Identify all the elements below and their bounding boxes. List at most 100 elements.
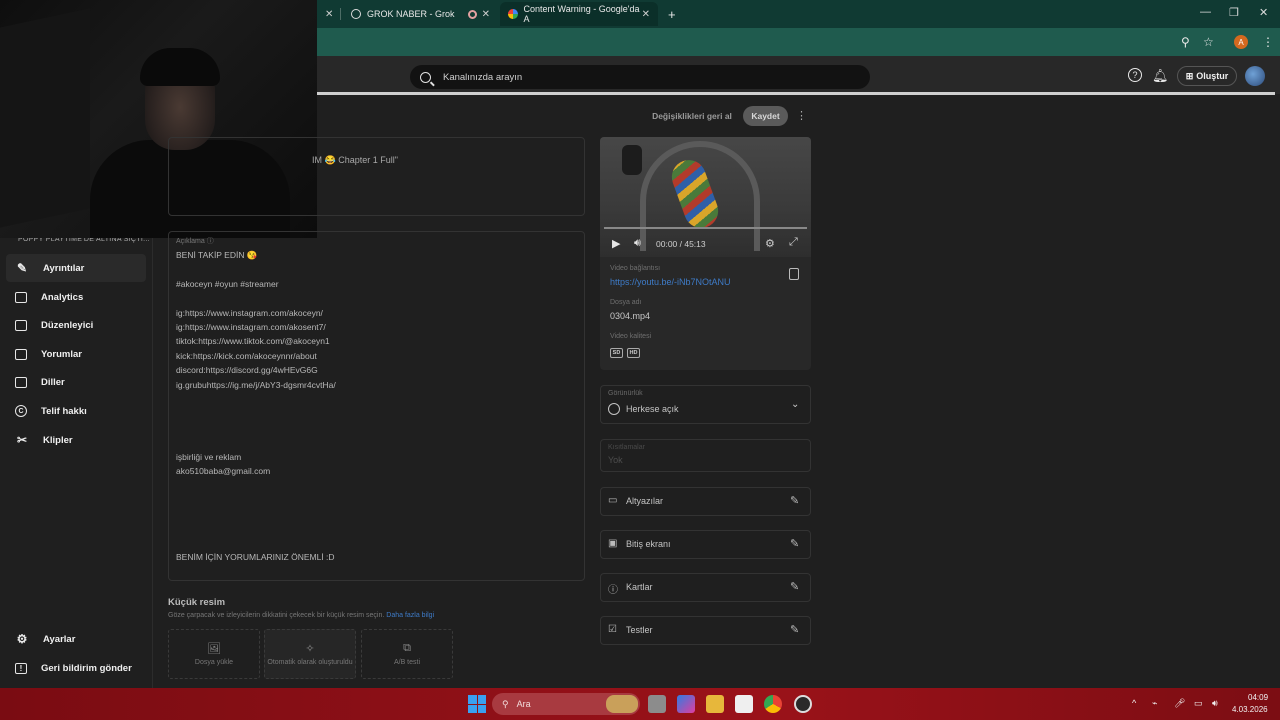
undo-changes-button[interactable]: Değişiklikleri geri al [647, 106, 737, 126]
image-upload-icon: 🖼︎ [207, 643, 221, 655]
fullscreen-icon[interactable]: ⤢ [789, 236, 798, 249]
hd-badge-icon: HD [627, 348, 640, 358]
sidebar-item-details[interactable]: ✎ Ayrıntılar [6, 254, 146, 282]
pencil-icon[interactable]: ✎ [790, 494, 799, 507]
copyright-icon: C [15, 405, 27, 417]
play-icon[interactable]: ▶ [612, 237, 620, 250]
tab-content-warning[interactable]: Content Warning - Google'da A ✕ [500, 2, 658, 26]
task-view-icon[interactable] [648, 695, 666, 713]
visibility-value: Herkese açık [608, 403, 679, 415]
create-button[interactable]: ⊞ Oluştur [1177, 66, 1237, 86]
display-icon[interactable]: ▭ [1194, 698, 1203, 709]
tab-active-close[interactable]: ✕ [317, 2, 339, 26]
search-icon: ⚲ [502, 698, 509, 709]
sidebar-item-copyright[interactable]: C Telif hakkı [6, 397, 146, 425]
bookmark-star-icon[interactable]: ☆ [1203, 35, 1214, 49]
auto-thumbnail-button[interactable]: ✧ Otomatik olarak oluşturuldu [264, 629, 356, 679]
channel-avatar[interactable] [1245, 66, 1265, 86]
tab-grok-controls: ✕ [460, 2, 498, 26]
info-icon: ⓘ [608, 585, 618, 596]
copy-icon[interactable] [789, 268, 799, 280]
restore-button[interactable]: ❐ [1229, 6, 1239, 19]
cards-row-label: Kartlar [626, 582, 653, 592]
widgets-icon[interactable] [606, 695, 638, 713]
description-line: BENİM İÇİN YORUMLARINIZ ÖNEMLİ :D [176, 552, 335, 562]
file-explorer-icon[interactable] [706, 695, 724, 713]
close-icon[interactable]: ✕ [325, 9, 333, 20]
new-tab-button[interactable]: + [660, 2, 684, 26]
pencil-icon[interactable]: ✎ [790, 580, 799, 593]
pencil-icon[interactable]: ✎ [790, 537, 799, 550]
tests-row-label: Testler [626, 625, 653, 635]
editor-icon [15, 319, 27, 331]
minimize-button[interactable]: — [1200, 6, 1211, 18]
obs-icon[interactable] [794, 695, 812, 713]
description-line: ig.grubuhttps://ig.me/j/AbY3-dgsmr4cvtHa… [176, 380, 336, 390]
sidebar-item-label: Klipler [43, 434, 73, 446]
profile-avatar[interactable]: A [1234, 35, 1248, 49]
google-favicon-icon [508, 9, 518, 19]
speaker-icon[interactable]: 🔊︎ [1212, 698, 1218, 709]
webcam-person-hair [140, 48, 220, 86]
description-line: #akoceyn #oyun #streamer [176, 279, 279, 289]
upload-thumbnail-button[interactable]: 🖼︎ Dosya yükle [168, 629, 260, 679]
comments-icon [15, 348, 27, 360]
file-name-value: 0304.mp4 [610, 311, 651, 321]
volume-icon[interactable]: 🔊︎ [634, 237, 641, 250]
plus-icon: + [668, 6, 676, 22]
subtitles-icon: ▭ [608, 495, 618, 506]
notifications-bell-icon[interactable]: 🔔︎ [1152, 68, 1169, 84]
sidebar-item-comments[interactable]: Yorumlar [6, 340, 146, 368]
menu-kebab-icon[interactable]: ⋮ [1262, 35, 1274, 49]
chrome-icon[interactable] [764, 695, 782, 713]
help-icon[interactable]: ? [1128, 68, 1142, 82]
description-line: ig:https://www.instagram.com/akoceyn/ [176, 308, 323, 318]
sidebar-item-languages[interactable]: Diller [6, 368, 146, 396]
save-button[interactable]: Kaydet [743, 106, 788, 126]
search-placeholder: Kanalınızda arayın [443, 71, 523, 83]
close-icon[interactable]: ✕ [642, 9, 650, 20]
globe-icon [608, 403, 620, 415]
video-link-label: Video bağlantısı [610, 265, 661, 272]
taskbar-time[interactable]: 04:09 [1248, 693, 1268, 702]
sidebar-item-label: Diller [41, 376, 65, 388]
thumbnail-section-subtitle: Göze çarpacak ve izleyicilerin dikkatini… [168, 612, 435, 619]
pencil-icon: ✎ [16, 261, 28, 275]
chevron-down-icon[interactable]: ⌄ [791, 399, 799, 410]
learn-more-link[interactable]: Daha fazla bilgi [386, 612, 434, 619]
windows-start-icon[interactable] [468, 695, 486, 713]
zoom-icon[interactable]: ⚲ [1181, 35, 1190, 49]
taskbar-date[interactable]: 4.03.2026 [1232, 705, 1268, 714]
channel-search-input[interactable]: Kanalınızda arayın [410, 65, 870, 89]
chevron-up-icon[interactable]: ^ [1132, 698, 1136, 708]
close-icon[interactable]: ✕ [482, 9, 490, 20]
video-scrubber[interactable] [604, 227, 807, 229]
tab-divider [340, 8, 341, 20]
ab-test-button[interactable]: ⧉ A/B testi [361, 629, 453, 679]
gear-icon: ⚙ [16, 632, 28, 646]
pencil-icon[interactable]: ✎ [790, 623, 799, 636]
video-link[interactable]: https://youtu.be/-iNb7NOtANU [610, 277, 731, 287]
microphone-icon[interactable]: 🎤︎ [1174, 698, 1185, 709]
end-screen-row-label: Bitiş ekranı [626, 539, 671, 549]
copilot-icon[interactable] [677, 695, 695, 713]
description-line: işbirliği ve reklam [176, 452, 242, 462]
network-icon[interactable]: ⌁ [1152, 698, 1157, 709]
sidebar-item-feedback[interactable]: ! Geri bildirim gönder [6, 654, 146, 682]
sidebar-item-clips[interactable]: ✂ Klipler [6, 426, 146, 454]
close-window-button[interactable]: ✕ [1259, 6, 1268, 19]
help-circle-icon: ⓘ [206, 238, 214, 245]
video-frame-figure [622, 145, 642, 175]
more-options-icon[interactable]: ⋮ [796, 109, 807, 122]
visibility-label: Görünürlük [608, 390, 643, 397]
tab-title: GROK NABER - Grok [367, 9, 455, 19]
sidebar-item-label: Analytics [41, 291, 84, 303]
sidebar-item-analytics[interactable]: Analytics [6, 283, 146, 311]
sidebar-item-editor[interactable]: Düzenleyici [6, 311, 146, 339]
store-icon[interactable] [735, 695, 753, 713]
gear-icon[interactable]: ⚙ [765, 237, 775, 250]
tab-title: Content Warning - Google'da A [523, 4, 640, 24]
title-field[interactable] [168, 137, 585, 216]
sidebar-item-settings[interactable]: ⚙ Ayarlar [6, 625, 146, 653]
sd-badge-icon: SD [610, 348, 623, 358]
